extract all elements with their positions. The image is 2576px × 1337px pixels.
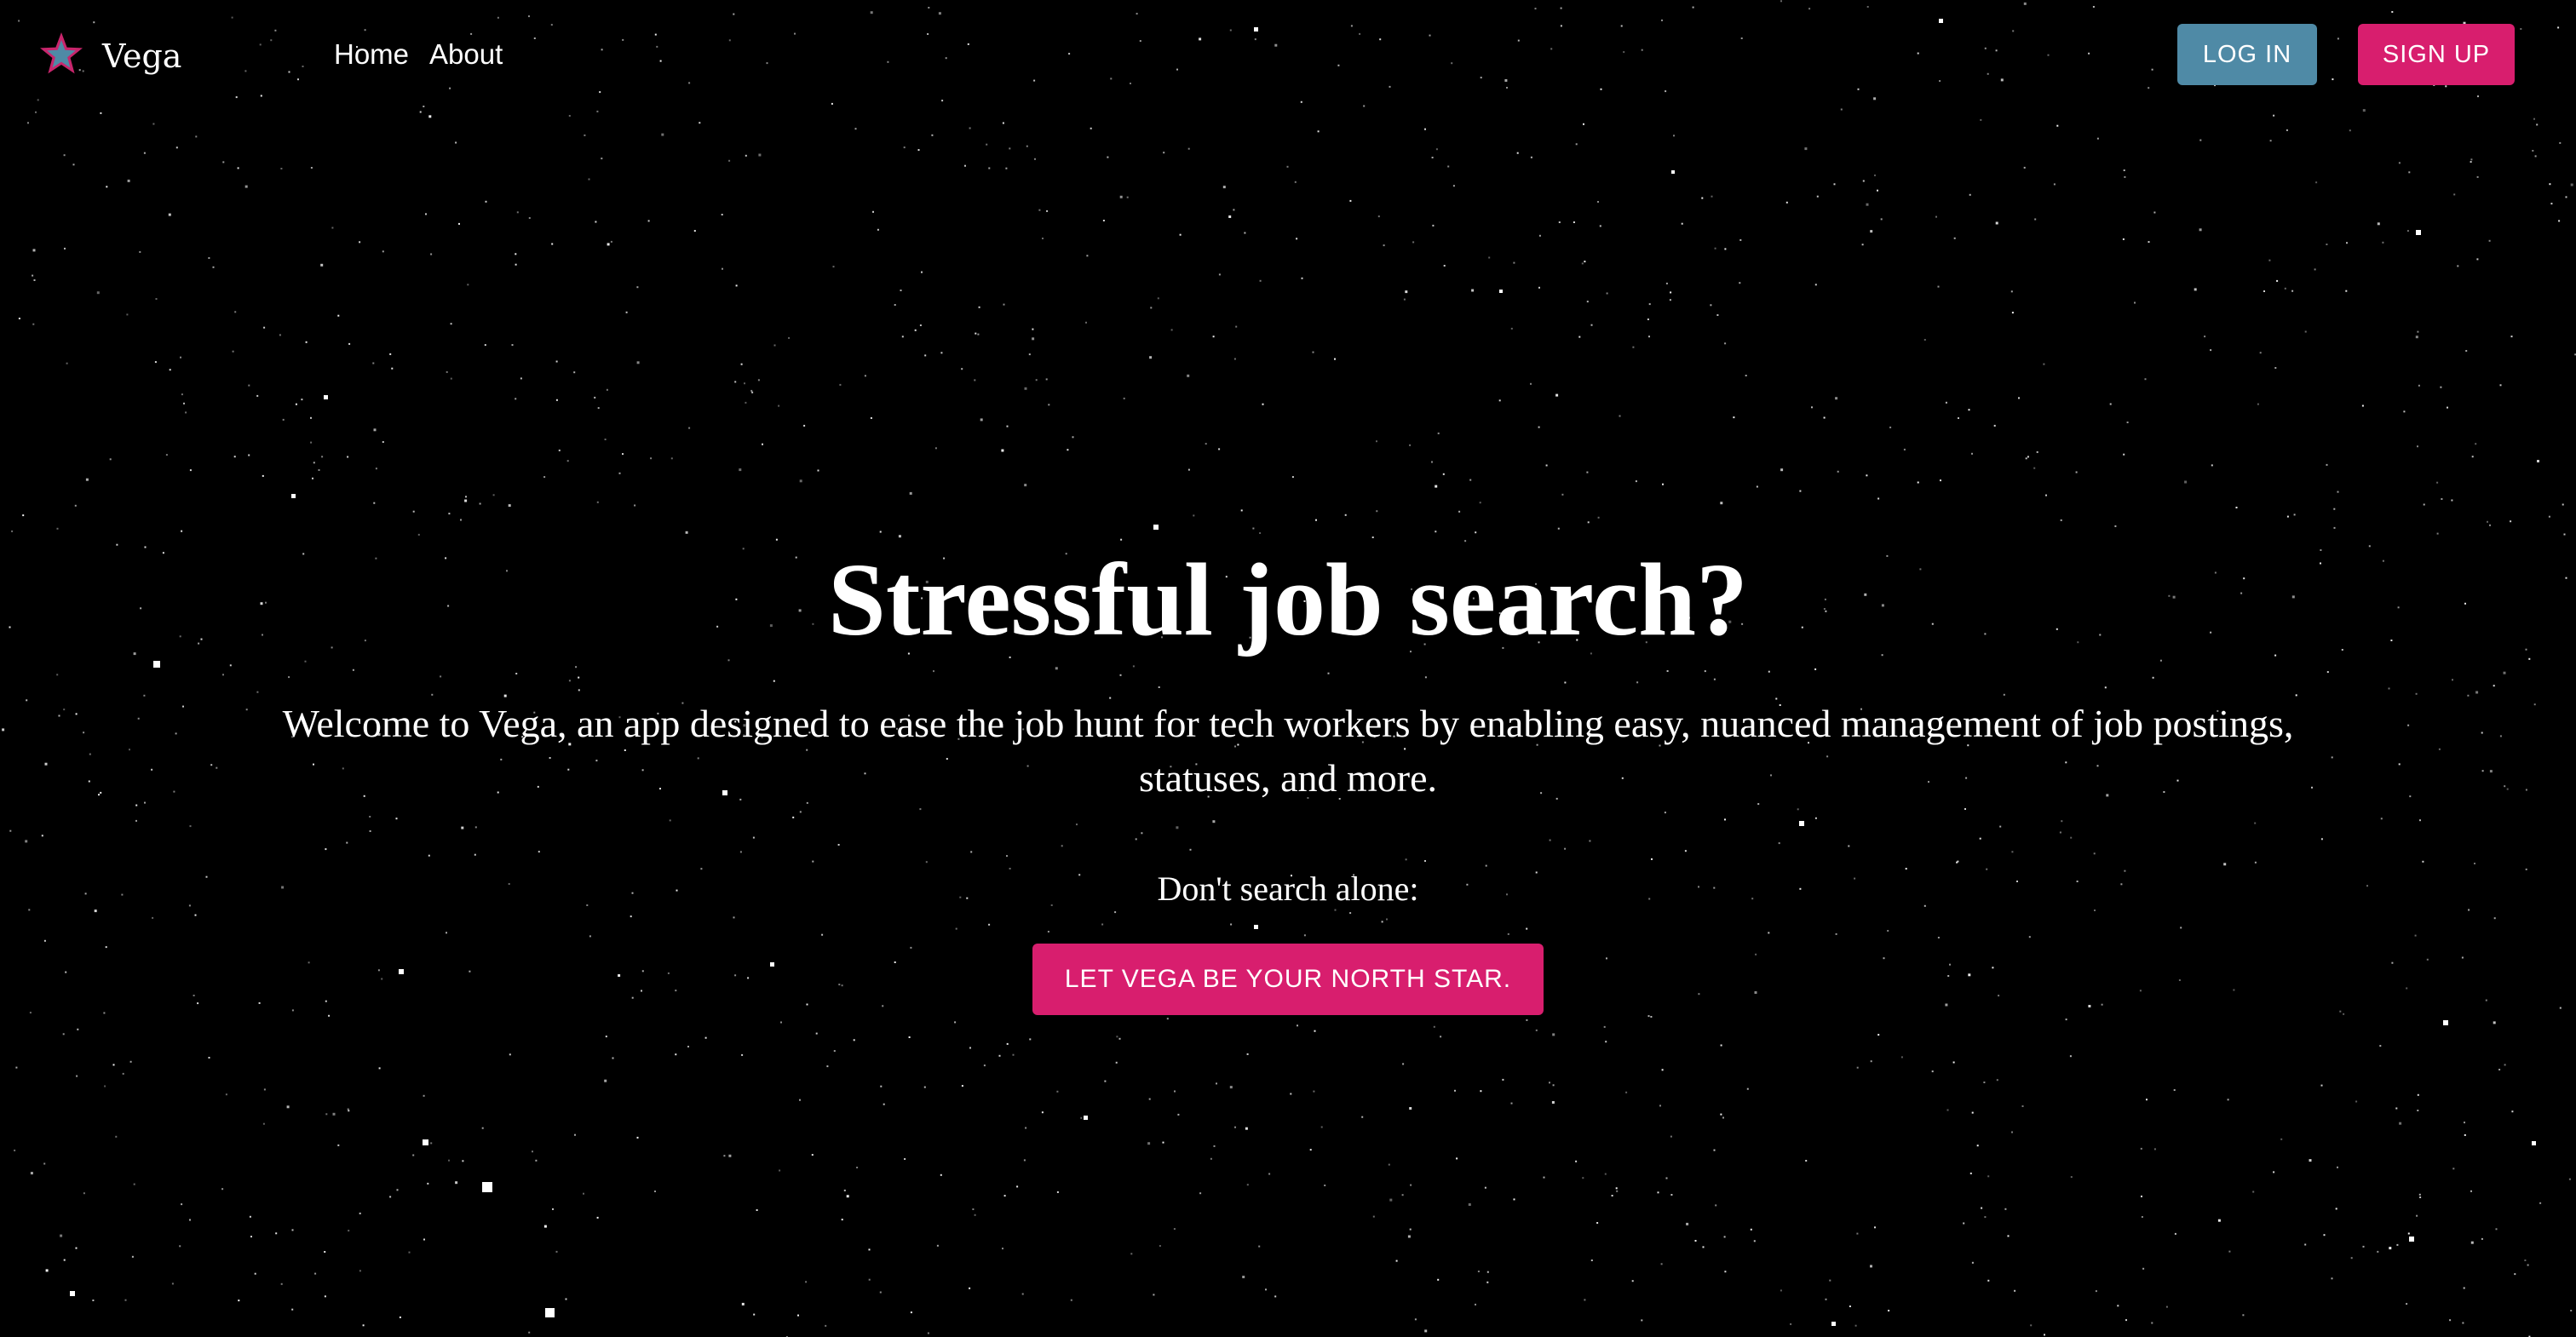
cta-button[interactable]: LET VEGA BE YOUR NORTH STAR. <box>1032 944 1544 1015</box>
hero-title: Stressful job search? <box>828 542 1748 657</box>
hero-section: Stressful job search? Welcome to Vega, a… <box>0 0 2576 1337</box>
landing-page: Vega Home About LOG IN SIGN UP Stressful… <box>0 0 2576 1337</box>
hero-prompt: Don't search alone: <box>1157 869 1419 908</box>
hero-subtitle: Welcome to Vega, an app designed to ease… <box>282 702 2294 800</box>
